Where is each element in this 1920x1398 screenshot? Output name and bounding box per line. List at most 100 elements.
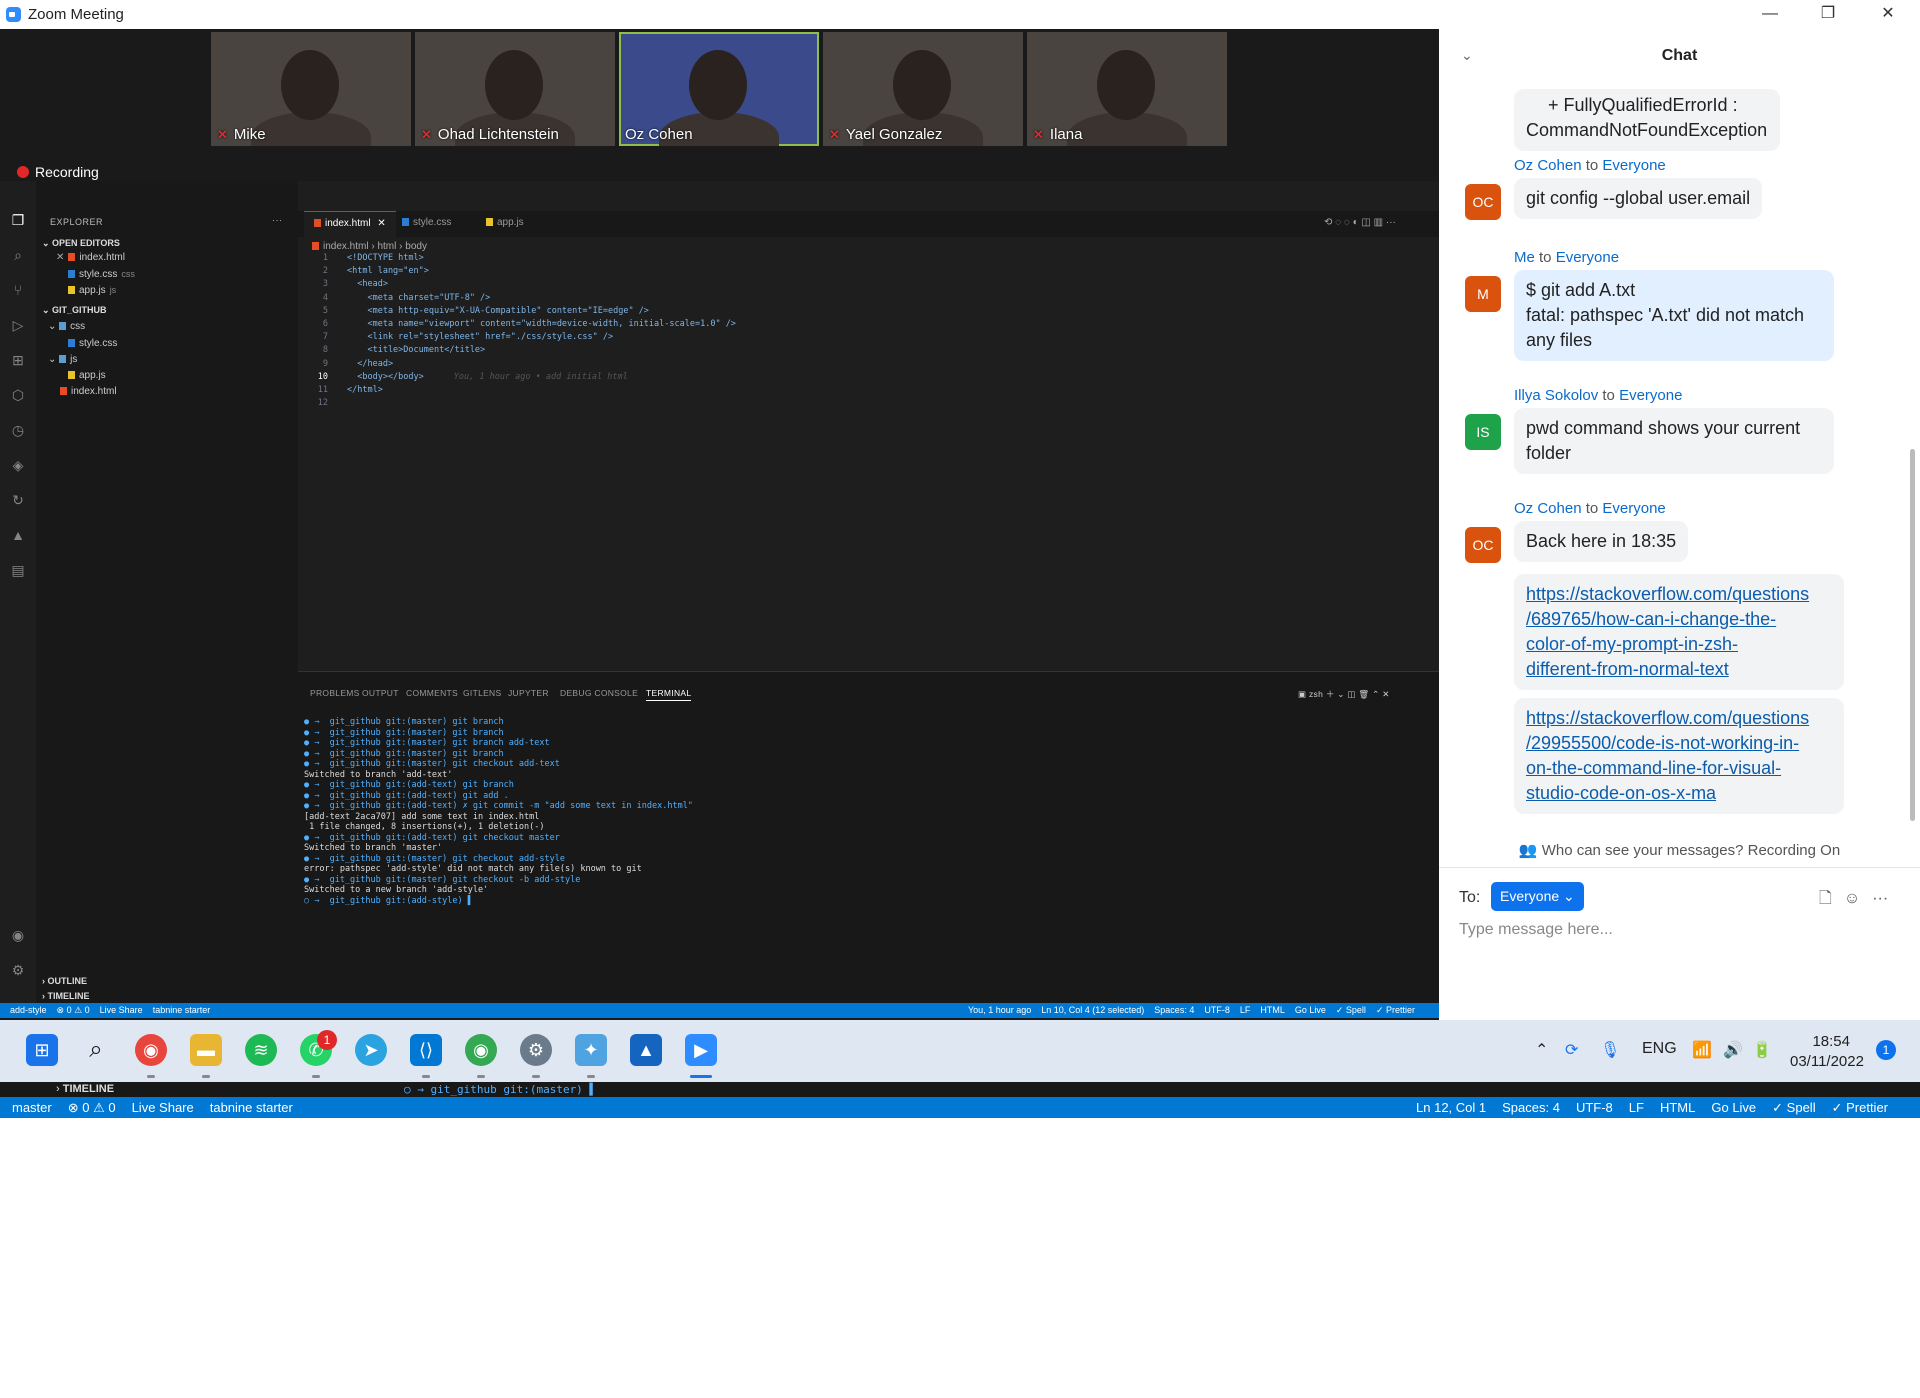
sender-name[interactable]: Oz Cohen bbox=[1514, 500, 1582, 517]
status-bar-item[interactable]: ⊗ 0 ⚠ 0 bbox=[57, 1005, 90, 1015]
minimize-button[interactable]: — bbox=[1742, 0, 1798, 29]
tab-problems[interactable]: PROBLEMS bbox=[310, 688, 360, 698]
chrome-icon[interactable]: ◉ bbox=[135, 1034, 167, 1066]
code-line[interactable]: 7 <link rel="stylesheet" href="./css/sty… bbox=[298, 332, 1439, 345]
code-line[interactable]: 10 <body></body> You, 1 hour ago • add in… bbox=[298, 372, 1439, 385]
open-editor-item[interactable]: app.js js bbox=[68, 285, 116, 296]
status-bar-item[interactable]: You, 1 hour ago bbox=[968, 1005, 1031, 1015]
terminal-prompt[interactable]: ○ → git_github git:(master) ▌ bbox=[404, 1083, 596, 1096]
trash-icon[interactable]: 🗑 bbox=[1358, 689, 1369, 699]
tray-overflow-chevron-icon[interactable]: ⌃ bbox=[1535, 1040, 1548, 1060]
outline-section[interactable]: › OUTLINE bbox=[42, 976, 87, 986]
open-editor-item[interactable]: style.css css bbox=[68, 269, 135, 280]
participant-tile[interactable]: ✕ Ilana bbox=[1027, 32, 1227, 146]
participant-tile[interactable]: ✕ Yael Gonzalez bbox=[823, 32, 1023, 146]
azure-icon[interactable]: ▲ bbox=[9, 526, 27, 544]
remote-explorer-icon[interactable]: ⬡ bbox=[9, 386, 27, 404]
photos-icon[interactable]: ▲ bbox=[630, 1034, 662, 1066]
status-bar-item[interactable]: tabnine starter bbox=[210, 1100, 293, 1115]
status-bar-item[interactable]: Ln 10, Col 4 (12 selected) bbox=[1041, 1005, 1144, 1015]
battery-icon[interactable]: 🔋 bbox=[1752, 1040, 1772, 1060]
status-bar-item[interactable]: HTML bbox=[1660, 1100, 1695, 1115]
file-item[interactable]: style.css bbox=[68, 338, 117, 349]
status-bar-item[interactable]: add-style bbox=[10, 1005, 47, 1015]
close-editor-icon[interactable]: ✕ bbox=[56, 252, 64, 263]
file-icon[interactable]: 🗋 bbox=[1819, 890, 1832, 907]
sender-name[interactable]: Me bbox=[1514, 249, 1535, 266]
breadcrumb-item[interactable]: body bbox=[405, 241, 427, 252]
account-icon[interactable]: ◉ bbox=[9, 926, 27, 944]
status-bar-item[interactable]: Live Share bbox=[132, 1100, 194, 1115]
language-indicator[interactable]: ENG bbox=[1642, 1040, 1677, 1058]
close-tab-icon[interactable]: ✕ bbox=[377, 218, 385, 229]
message-link[interactable]: /689765/how-can-i-change-the- bbox=[1526, 609, 1776, 629]
map-app-icon[interactable]: ✦ bbox=[575, 1034, 607, 1066]
message-link[interactable]: studio-code-on-os-x-ma bbox=[1526, 783, 1716, 803]
chat-privacy-notice[interactable]: 👥 Who can see your messages? Recording O… bbox=[1439, 841, 1920, 859]
status-bar-item[interactable]: ✓ Spell bbox=[1336, 1005, 1366, 1015]
folder-item[interactable]: ⌄ js bbox=[48, 354, 77, 365]
code-line[interactable]: 3 <head> bbox=[298, 279, 1439, 292]
editor-actions-icon[interactable]: ⟲ ◌ ◌ ◐ ◫ ▥ ··· bbox=[1314, 211, 1406, 237]
status-bar-item[interactable]: ⊗ 0 ⚠ 0 bbox=[68, 1100, 116, 1115]
status-bar-item[interactable]: tabnine starter bbox=[153, 1005, 211, 1015]
settings-gear-icon[interactable]: ⚙ bbox=[9, 961, 27, 979]
close-panel-icon[interactable]: ✕ bbox=[1382, 689, 1389, 699]
code-line[interactable]: 12 bbox=[298, 398, 1439, 411]
code-line[interactable]: 1 <!DOCTYPE html> bbox=[298, 253, 1439, 266]
code-line[interactable]: 6 <meta name="viewport" content="width=d… bbox=[298, 319, 1439, 332]
folder-item[interactable]: ⌄ css bbox=[48, 321, 85, 332]
status-bar-item[interactable]: LF bbox=[1629, 1100, 1644, 1115]
tab-comments[interactable]: COMMENTS bbox=[406, 688, 458, 698]
sender-name[interactable]: Oz Cohen bbox=[1514, 157, 1582, 174]
run-debug-icon[interactable]: ▷ bbox=[9, 316, 27, 334]
sender-name[interactable]: Illya Sokolov bbox=[1514, 387, 1598, 404]
search-icon[interactable]: ⌕ bbox=[80, 1034, 112, 1066]
code-line[interactable]: 9 </head> bbox=[298, 359, 1439, 372]
status-bar-item[interactable]: HTML bbox=[1260, 1005, 1285, 1015]
breadcrumb-item[interactable]: html bbox=[377, 241, 396, 252]
explorer-icon[interactable]: ❐ bbox=[9, 211, 27, 229]
extensions-icon[interactable]: ⊞ bbox=[9, 351, 27, 369]
file-item[interactable]: index.html bbox=[60, 386, 117, 397]
message-link[interactable]: different-from-normal-text bbox=[1526, 659, 1729, 679]
status-bar-item[interactable]: Ln 12, Col 1 bbox=[1416, 1100, 1486, 1115]
message-link[interactable]: https://stackoverflow.com/questions bbox=[1526, 708, 1809, 728]
gitlens-icon[interactable]: ◈ bbox=[9, 456, 27, 474]
restore-button[interactable]: ❐ bbox=[1800, 0, 1856, 29]
status-bar-item[interactable]: ✓ Spell bbox=[1772, 1100, 1815, 1115]
tab-jupyter[interactable]: JUPYTER bbox=[508, 688, 549, 698]
status-bar-item[interactable]: LF bbox=[1240, 1005, 1251, 1015]
chat-message-input[interactable]: Type message here... bbox=[1459, 921, 1613, 939]
volume-icon[interactable]: 🔊 bbox=[1723, 1040, 1743, 1060]
settings-gear-icon[interactable]: ⚙ bbox=[520, 1034, 552, 1066]
workspace-section[interactable]: ⌄ GIT_GITHUB bbox=[42, 305, 107, 316]
code-line[interactable]: 11 </html> bbox=[298, 385, 1439, 398]
tab-app-js[interactable]: app.js bbox=[476, 211, 534, 237]
start-windows-icon[interactable]: ⊞ bbox=[26, 1034, 58, 1066]
code-line[interactable]: 2 <html lang="en"> bbox=[298, 266, 1439, 279]
chat-scrollbar[interactable] bbox=[1910, 449, 1915, 821]
add-terminal-icon[interactable]: ＋ ⌄ bbox=[1326, 689, 1345, 699]
status-bar-item[interactable]: UTF-8 bbox=[1204, 1005, 1230, 1015]
status-bar-item[interactable]: UTF-8 bbox=[1576, 1100, 1613, 1115]
tab-debug-console[interactable]: DEBUG CONSOLE bbox=[560, 688, 638, 698]
message-link[interactable]: https://stackoverflow.com/questions bbox=[1526, 584, 1809, 604]
participant-tile[interactable]: ✕ Ohad Lichtenstein bbox=[415, 32, 615, 146]
telegram-icon[interactable]: ➤ bbox=[355, 1034, 387, 1066]
status-bar-item[interactable]: Go Live bbox=[1711, 1100, 1756, 1115]
tab-output[interactable]: OUTPUT bbox=[362, 688, 399, 698]
recipient-dropdown[interactable]: Everyone ⌄ bbox=[1491, 882, 1584, 911]
search-icon[interactable]: ⌕ bbox=[9, 246, 27, 264]
timeline-section[interactable]: › TIMELINE bbox=[56, 1083, 114, 1095]
terminal-output[interactable]: ● → git_github git:(master) git branch ● … bbox=[304, 717, 693, 906]
more-options-icon[interactable]: ··· bbox=[1872, 890, 1888, 907]
close-button[interactable]: ✕ bbox=[1860, 0, 1916, 29]
microphone-icon[interactable]: 🎙 bbox=[1600, 1040, 1620, 1060]
notebook-icon[interactable]: ▤ bbox=[9, 561, 27, 579]
file-explorer-icon[interactable]: ▬ bbox=[190, 1034, 222, 1066]
status-bar-item[interactable]: Spaces: 4 bbox=[1502, 1100, 1560, 1115]
vscode-icon[interactable]: ⟨⟩ bbox=[410, 1034, 442, 1066]
wifi-icon[interactable]: 📶 bbox=[1692, 1040, 1712, 1060]
terminal-shell-selector[interactable]: ▣ zsh ＋ ⌄ ◫ 🗑 ⌃ ✕ bbox=[1298, 688, 1390, 700]
